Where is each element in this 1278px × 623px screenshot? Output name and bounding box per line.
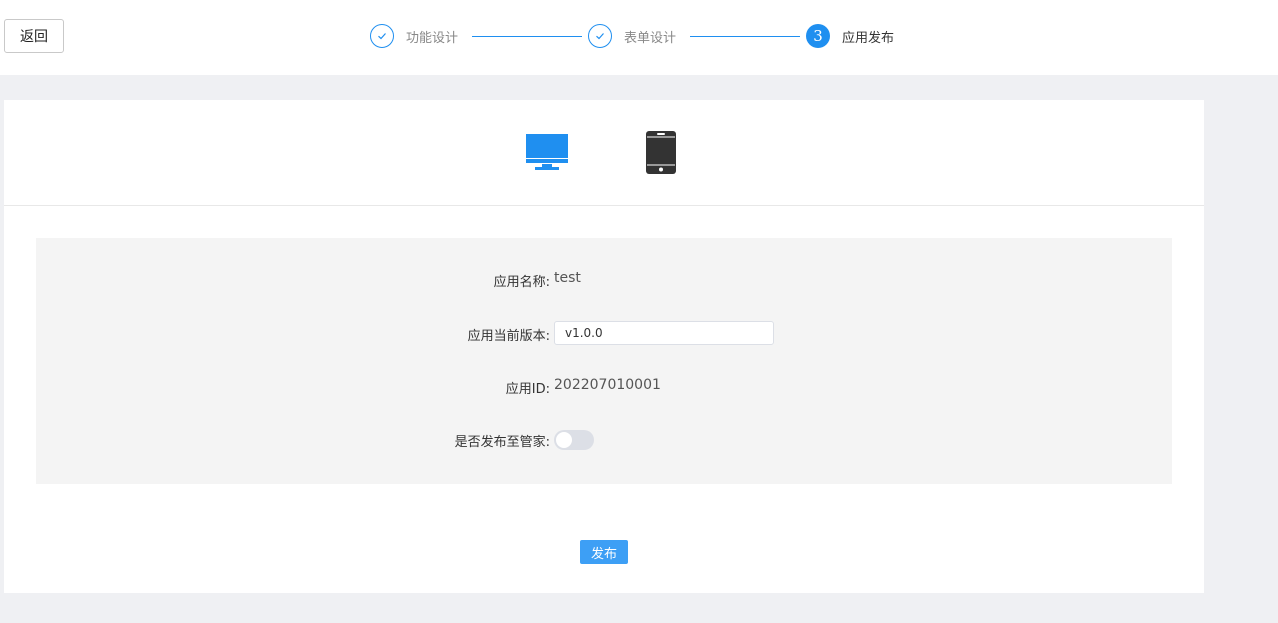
publish-to-manager-row: 是否发布至管家:	[36, 427, 1172, 453]
app-name-value: test	[554, 270, 581, 286]
publish-to-manager-toggle[interactable]	[554, 430, 594, 450]
app-info-form: 应用名称: test 应用当前版本: 应用ID: 202207010001 是否…	[36, 238, 1172, 484]
toggle-knob	[556, 432, 572, 448]
publish-card: 应用名称: test 应用当前版本: 应用ID: 202207010001 是否…	[4, 100, 1204, 593]
step-2-label: 表单设计	[624, 31, 677, 46]
app-id-value: 202207010001	[554, 377, 661, 393]
publish-button[interactable]: 发布	[580, 540, 628, 564]
device-selector	[4, 100, 1204, 206]
app-name-label: 应用名称:	[493, 275, 550, 290]
app-name-row: 应用名称: test	[36, 267, 1172, 293]
version-row: 应用当前版本:	[36, 321, 1172, 347]
back-button[interactable]: 返回	[4, 19, 64, 53]
app-id-label: 应用ID:	[505, 382, 550, 397]
desktop-icon[interactable]	[526, 134, 568, 176]
mobile-icon[interactable]	[646, 131, 676, 178]
version-label: 应用当前版本:	[467, 329, 550, 344]
step-3-number: 3	[806, 24, 830, 48]
version-input[interactable]	[554, 321, 774, 345]
step-2-check-icon	[588, 24, 612, 48]
step-connector	[472, 36, 582, 37]
step-1-label: 功能设计	[406, 31, 459, 46]
step-1-check-icon	[370, 24, 394, 48]
step-3-label: 应用发布	[842, 31, 895, 46]
step-connector	[690, 36, 800, 37]
top-bar: 返回 功能设计 表单设计 3 应用发布	[0, 0, 1278, 75]
app-id-row: 应用ID: 202207010001	[36, 374, 1172, 400]
publish-to-manager-label: 是否发布至管家:	[454, 435, 550, 450]
